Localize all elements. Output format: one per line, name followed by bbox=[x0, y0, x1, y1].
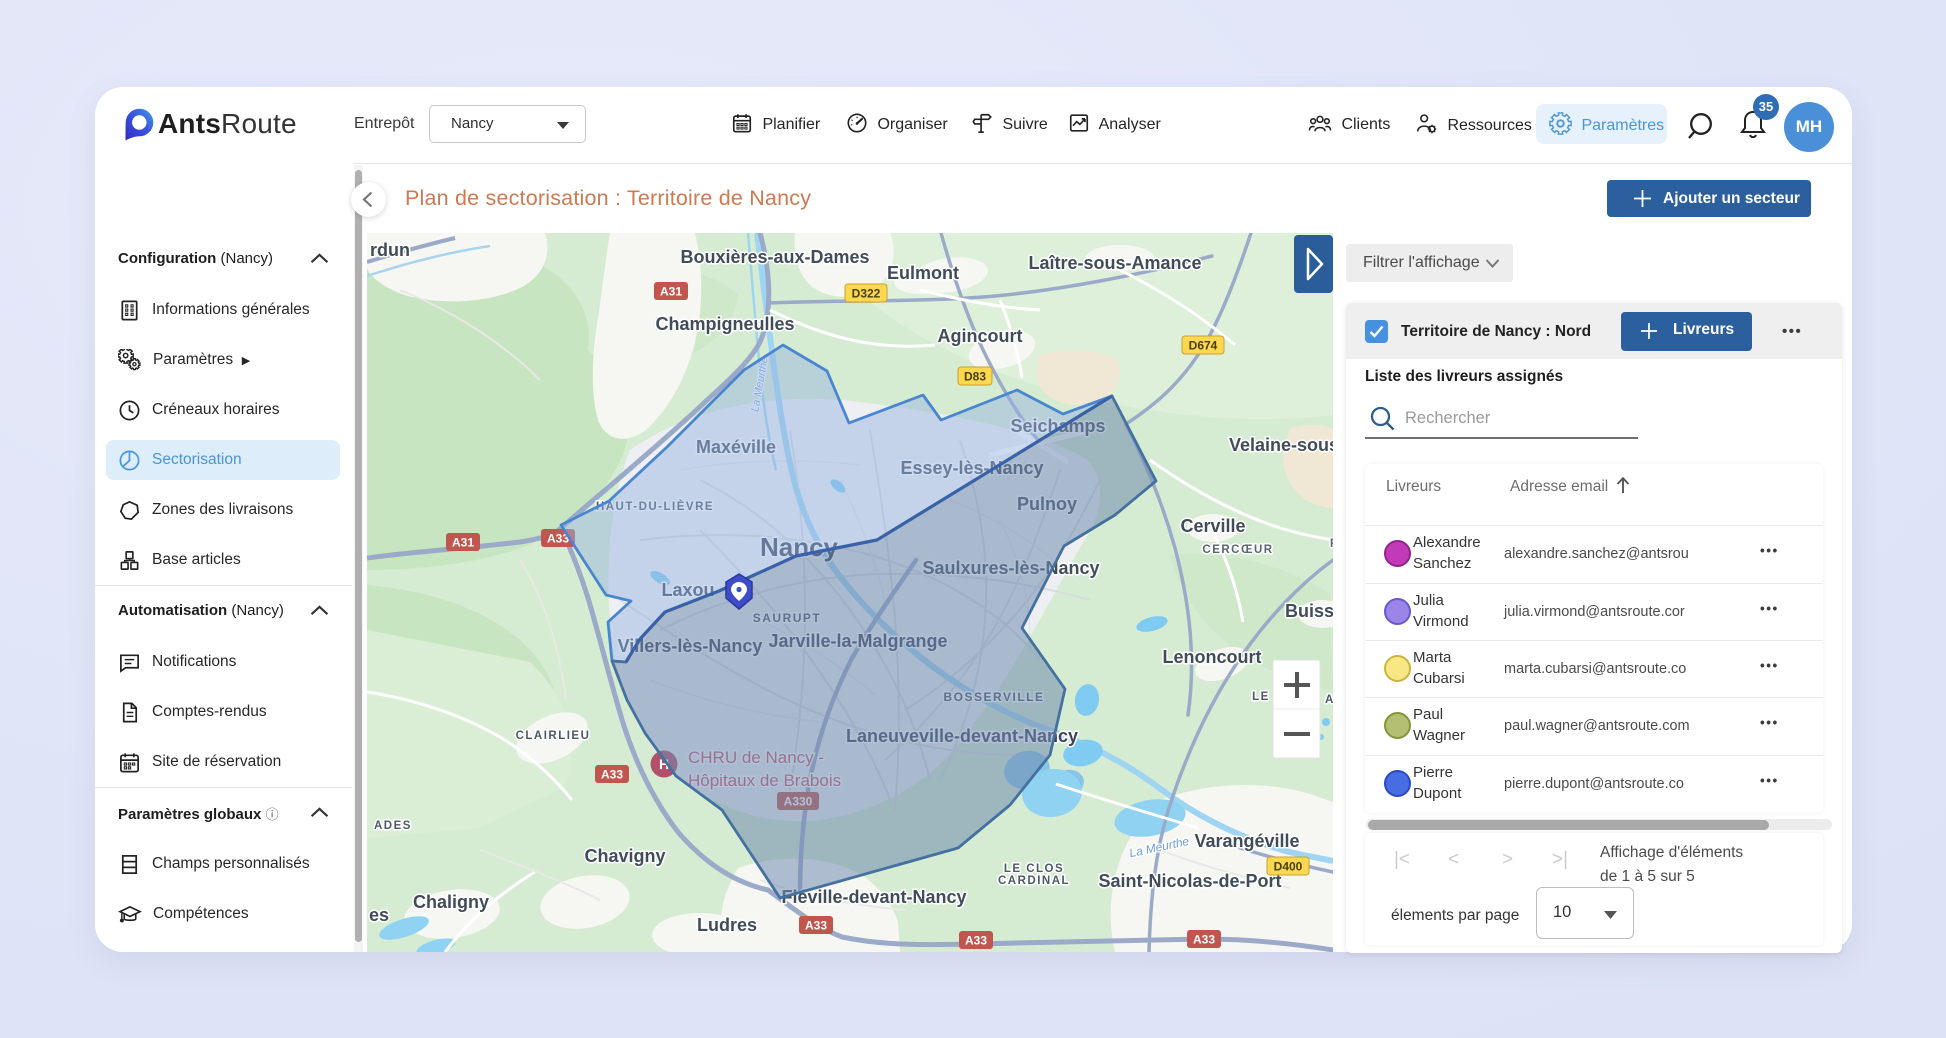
svg-text:Laître-sous-Amance: Laître-sous-Amance bbox=[1028, 253, 1201, 273]
svg-text:CLAIRLIEU: CLAIRLIEU bbox=[516, 730, 591, 742]
svg-text:Chaligny: Chaligny bbox=[413, 892, 489, 912]
svg-text:CARDINAL: CARDINAL bbox=[998, 875, 1070, 887]
svg-text:Varangéville: Varangéville bbox=[1194, 831, 1299, 851]
svg-text:A33: A33 bbox=[805, 919, 827, 933]
svg-text:AG: AG bbox=[1325, 694, 1333, 706]
svg-text:Velaine-sous-A: Velaine-sous-A bbox=[1229, 435, 1333, 455]
svg-text:RO: RO bbox=[1330, 538, 1333, 550]
svg-text:CERCŒUR: CERCŒUR bbox=[1202, 544, 1273, 556]
svg-text:A33: A33 bbox=[1193, 933, 1215, 947]
svg-text:A31: A31 bbox=[660, 285, 682, 299]
svg-text:A33: A33 bbox=[601, 768, 623, 782]
svg-text:Eulmont: Eulmont bbox=[887, 263, 959, 283]
svg-text:Buisso: Buisso bbox=[1285, 601, 1333, 621]
svg-text:ADES: ADES bbox=[374, 820, 412, 832]
svg-text:Agincourt: Agincourt bbox=[938, 326, 1023, 346]
svg-text:Chavigny: Chavigny bbox=[584, 846, 665, 866]
svg-text:es: es bbox=[369, 905, 389, 925]
svg-text:D83: D83 bbox=[964, 370, 986, 384]
svg-text:Champigneulles: Champigneulles bbox=[655, 314, 794, 334]
svg-text:Ludres: Ludres bbox=[697, 915, 757, 935]
svg-text:A33: A33 bbox=[965, 934, 987, 948]
svg-text:Saint-Nicolas-de-Port: Saint-Nicolas-de-Port bbox=[1098, 871, 1281, 891]
svg-text:Lenoncourt: Lenoncourt bbox=[1163, 647, 1262, 667]
svg-text:A31: A31 bbox=[452, 536, 474, 550]
svg-text:rdun: rdun bbox=[370, 240, 410, 260]
svg-text:D674: D674 bbox=[1189, 339, 1218, 353]
svg-text:LE: LE bbox=[1252, 691, 1270, 703]
svg-text:D322: D322 bbox=[852, 287, 881, 301]
svg-text:Cerville: Cerville bbox=[1180, 516, 1245, 536]
svg-text:LE CLOS: LE CLOS bbox=[1004, 863, 1064, 875]
svg-text:Bouxières-aux-Dames: Bouxières-aux-Dames bbox=[680, 247, 869, 267]
svg-text:D400: D400 bbox=[1274, 860, 1303, 874]
